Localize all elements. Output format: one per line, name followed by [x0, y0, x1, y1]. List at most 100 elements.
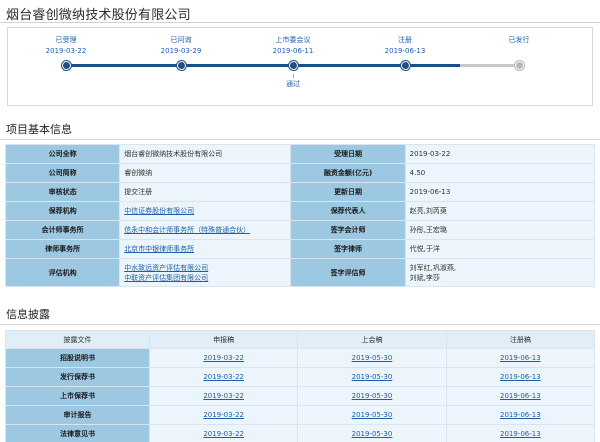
doc-name: 招股说明书 — [5, 348, 150, 368]
info-value: 2019-03-22 — [404, 144, 596, 164]
disclosure-row: 审计报告 2019-03-22 2019-05-30 2019-06-13 — [5, 405, 596, 425]
doc-date-link[interactable]: 2019-06-13 — [445, 386, 596, 406]
doc-date-link[interactable]: 2019-05-30 — [297, 386, 447, 406]
doc-date-link[interactable]: 2019-03-22 — [148, 386, 299, 406]
stage-dot-inquired — [177, 61, 186, 70]
sub-step-label: 通过 — [286, 80, 300, 88]
info-value: 北京市中银律师事务所 — [119, 239, 292, 259]
info-value: 烟台睿创微纳技术股份有限公司 — [119, 144, 292, 164]
info-text: 孙彤,王宏璐 — [409, 226, 447, 234]
info-text: 赵亮,刘芮萸 — [409, 207, 447, 215]
disclosure-header-row: 披露文件 申报稿 上会稿 注册稿 — [5, 330, 596, 349]
assessor-firm-link[interactable]: 中联资产评估集团有限公司 — [124, 273, 286, 283]
info-row-assessors: 评估机构 中水致远资产评估有限公司 中联资产评估集团有限公司 签字评估师 刘军红,巩淑燕… — [4, 258, 596, 287]
info-value: 孙彤,王宏璐 — [404, 220, 596, 240]
info-label: 会计师事务所 — [4, 220, 121, 240]
stage-listing-committee: 上市委会议 2019-06-11 — [238, 35, 348, 56]
stage-date: 2019-03-29 — [160, 47, 202, 55]
info-value: 睿创微纳 — [119, 163, 292, 183]
info-label: 签字律师 — [290, 239, 406, 259]
info-text: 2019-03-22 — [409, 150, 451, 158]
info-label: 评估机构 — [4, 258, 121, 287]
stage-dot-registration — [401, 61, 410, 70]
doc-date-link[interactable]: 2019-06-13 — [445, 348, 596, 368]
section-title-basic-info: 项目基本信息 — [6, 123, 72, 136]
doc-date-link[interactable]: 2019-03-22 — [148, 405, 299, 425]
stage-registration: 注册 2019-06-13 — [350, 35, 460, 56]
stage-dot-listing-committee — [289, 61, 298, 70]
info-label: 保荐机构 — [4, 201, 121, 221]
info-link[interactable]: 中信证券股份有限公司 — [124, 207, 194, 215]
info-value: 4.50 — [404, 163, 596, 183]
info-value: 刘军红,巩淑燕, 刘斌,李莎 — [404, 258, 596, 287]
header-registration: 注册稿 — [445, 330, 596, 349]
section-divider — [0, 324, 600, 325]
stage-dot-accepted — [62, 61, 71, 70]
info-text: 4.50 — [409, 169, 426, 177]
doc-date-link[interactable]: 2019-05-30 — [297, 367, 447, 387]
section-title-disclosure: 信息披露 — [6, 308, 50, 321]
doc-date-link[interactable]: 2019-06-13 — [445, 424, 596, 442]
info-link[interactable]: 北京市中银律师事务所 — [124, 245, 194, 253]
stage-date: 2019-03-22 — [45, 47, 87, 55]
title-divider — [0, 22, 600, 23]
info-label: 审核状态 — [4, 182, 121, 202]
stage-label: 注册 — [398, 36, 412, 44]
info-label: 受理日期 — [290, 144, 406, 164]
info-label: 融资金额(亿元) — [290, 163, 406, 183]
info-value: 赵亮,刘芮萸 — [404, 201, 596, 221]
disclosure-row: 法律意见书 2019-03-22 2019-05-30 2019-06-13 — [5, 424, 596, 442]
info-text: 睿创微纳 — [124, 169, 153, 177]
doc-date-link[interactable]: 2019-05-30 — [297, 405, 447, 425]
stage-inquired: 已问询 2019-03-29 — [126, 35, 236, 56]
section-divider — [0, 139, 600, 140]
info-row: 会计师事务所 信永中和会计师事务所（特殊普通合伙） 签字会计师 孙彤,王宏璐 — [4, 220, 596, 240]
sub-step-tick — [292, 74, 294, 78]
doc-date-link[interactable]: 2019-05-30 — [297, 424, 447, 442]
doc-date-link[interactable]: 2019-05-30 — [297, 348, 447, 368]
doc-date-link[interactable]: 2019-03-22 — [148, 367, 299, 387]
company-title: 烟台睿创微纳技术股份有限公司 — [6, 8, 191, 23]
info-value: 提交注册 — [119, 182, 292, 202]
info-label: 签字会计师 — [290, 220, 406, 240]
doc-date-link[interactable]: 2019-06-13 — [445, 367, 596, 387]
info-text: 代悦,于洋 — [409, 245, 440, 253]
stage-date: 2019-06-13 — [384, 47, 426, 55]
info-value: 2019-06-13 — [404, 182, 596, 202]
doc-name: 发行保荐书 — [5, 367, 150, 387]
stage-label: 上市委会议 — [275, 36, 311, 44]
disclosure-table: 披露文件 申报稿 上会稿 注册稿 招股说明书 2019-03-22 2019-05-… — [5, 330, 596, 442]
info-label: 律师事务所 — [4, 239, 121, 259]
info-text: 2019-06-13 — [409, 188, 451, 196]
info-link[interactable]: 信永中和会计师事务所（特殊普通合伙） — [124, 226, 250, 234]
doc-date-link[interactable]: 2019-03-22 — [148, 348, 299, 368]
info-text: 提交注册 — [124, 188, 153, 196]
disclosure-row: 上市保荐书 2019-03-22 2019-05-30 2019-06-13 — [5, 386, 596, 406]
doc-name: 法律意见书 — [5, 424, 150, 442]
doc-date-link[interactable]: 2019-06-13 — [445, 405, 596, 425]
info-value: 中信证券股份有限公司 — [119, 201, 292, 221]
basic-info-table: 公司全称 烟台睿创微纳技术股份有限公司 受理日期 2019-03-22 公司简称 睿创微纳… — [4, 144, 596, 287]
info-row: 保荐机构 中信证券股份有限公司 保荐代表人 赵亮,刘芮萸 — [4, 201, 596, 221]
assessor-names: 刘斌,李莎 — [409, 273, 440, 282]
info-row: 公司全称 烟台睿创微纳技术股份有限公司 受理日期 2019-03-22 — [4, 144, 596, 164]
header-meeting: 上会稿 — [297, 330, 447, 349]
info-row: 公司简称 睿创微纳 融资金额(亿元) 4.50 — [4, 163, 596, 183]
sub-step-passed: 通过 — [263, 74, 323, 89]
info-row: 律师事务所 北京市中银律师事务所 签字律师 代悦,于洋 — [4, 239, 596, 259]
info-label: 更新日期 — [290, 182, 406, 202]
doc-name: 审计报告 — [5, 405, 150, 425]
stage-label: 已发行 — [508, 36, 530, 44]
stage-label: 已问询 — [170, 36, 192, 44]
stage-date: 2019-06-11 — [272, 47, 314, 55]
progress-track-pending — [460, 64, 519, 67]
header-filing: 申报稿 — [148, 330, 299, 349]
assessor-firm-link[interactable]: 中水致远资产评估有限公司 — [124, 263, 286, 273]
info-label: 保荐代表人 — [290, 201, 406, 221]
info-value: 信永中和会计师事务所（特殊普通合伙） — [119, 220, 292, 240]
disclosure-row: 招股说明书 2019-03-22 2019-05-30 2019-06-13 — [5, 348, 596, 368]
info-label: 公司简称 — [4, 163, 121, 183]
stage-dot-issued — [515, 61, 524, 70]
doc-date-link[interactable]: 2019-03-22 — [148, 424, 299, 442]
info-value: 中水致远资产评估有限公司 中联资产评估集团有限公司 — [119, 258, 292, 287]
